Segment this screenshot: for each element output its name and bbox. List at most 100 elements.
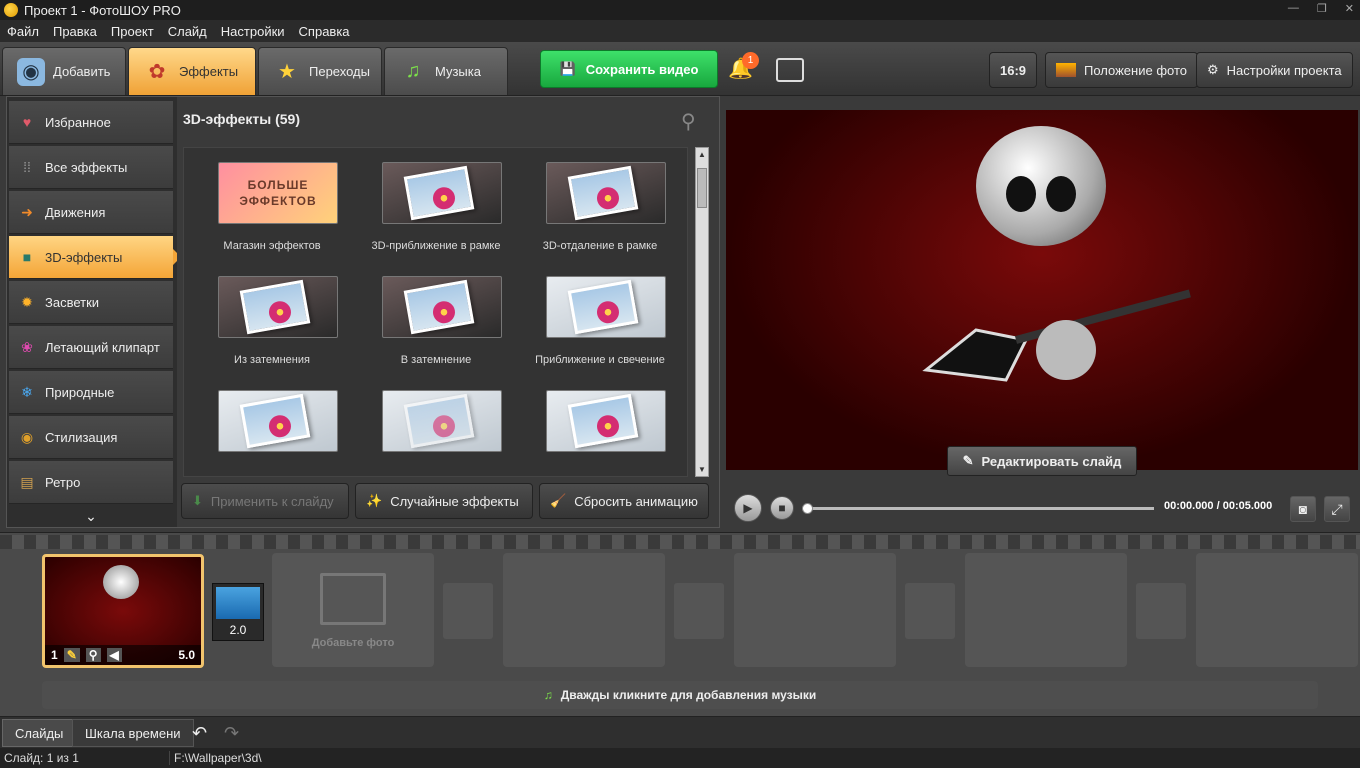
category-style[interactable]: ◉ Стилизация — [9, 416, 173, 459]
undo-icon[interactable]: ↶ — [192, 723, 207, 744]
menu-project[interactable]: Проект — [111, 24, 154, 39]
menu-edit[interactable]: Правка — [53, 24, 97, 39]
menu-slide[interactable]: Слайд — [168, 24, 207, 39]
menu-file[interactable]: Файл — [7, 24, 39, 39]
category-list: ♥ Избранное ⁞⁞ Все эффекты ➜ Движения ■ 3D-э… — [9, 101, 181, 526]
empty-slide-slot — [503, 553, 665, 667]
slide-thumbnail[interactable]: 1 ✎ ⚲ ◀ 5.0 — [42, 554, 204, 668]
slide-preview[interactable] — [726, 110, 1358, 470]
chevron-down-icon[interactable]: ⌄ — [9, 506, 173, 526]
effect-item[interactable] — [518, 390, 682, 476]
effect-item[interactable] — [190, 390, 354, 476]
add-photo-slot[interactable]: Добавьте фото — [272, 553, 434, 667]
slide-preview-image — [103, 565, 139, 599]
scroll-up-icon[interactable]: ▲ — [698, 150, 706, 159]
tab-add[interactable]: ◉ Добавить — [2, 47, 126, 95]
progress-knob[interactable] — [802, 503, 813, 514]
search-icon[interactable]: ⚲ — [681, 109, 703, 133]
effect-thumb — [382, 162, 502, 224]
category-3d[interactable]: ■ 3D-эффекты — [9, 236, 181, 279]
magic-wand-icon: ✨ — [366, 493, 383, 508]
minimize-icon[interactable]: — — [1288, 2, 1299, 15]
category-all[interactable]: ⁞⁞ Все эффекты — [9, 146, 173, 189]
progress-track[interactable] — [802, 503, 1154, 514]
project-settings-button[interactable]: ⚙ Настройки проекта — [1196, 52, 1353, 88]
redo-icon[interactable]: ↷ — [224, 723, 239, 744]
close-icon[interactable]: ✕ — [1345, 2, 1354, 15]
stop-button[interactable]: ■ — [770, 496, 794, 520]
tab-timeline[interactable]: Шкала времени — [72, 719, 194, 747]
effect-item[interactable]: Из затемнения — [190, 276, 354, 390]
reset-animation-button[interactable]: 🧹 Сбросить анимацию — [539, 483, 709, 519]
category-label: 3D-эффекты — [45, 249, 123, 265]
effect-label: 3D-приближение в рамке — [371, 240, 501, 252]
tab-transitions[interactable]: ★ Переходы — [258, 47, 382, 95]
zoom-icon[interactable]: ⚲ — [85, 648, 101, 662]
tab-add-label: Добавить — [53, 64, 111, 79]
scroll-thumb[interactable] — [697, 168, 707, 208]
transition-thumbnail[interactable]: 2.0 — [212, 583, 264, 641]
sun-icon: ✹ — [21, 293, 33, 310]
tab-effects-label: Эффекты — [179, 64, 239, 79]
tab-effects[interactable]: ✿ Эффекты — [128, 47, 256, 95]
effect-item[interactable]: В затемнение — [354, 276, 518, 390]
apply-to-slide-button[interactable]: ⬇ Применить к слайду — [181, 483, 349, 519]
category-clipart[interactable]: ❀ Летающий клипарт — [9, 326, 173, 369]
image-icon[interactable] — [776, 58, 804, 82]
aspect-ratio-label: 16:9 — [1000, 62, 1027, 78]
effect-thumb — [218, 390, 338, 452]
pencil-icon[interactable]: ✎ — [63, 648, 80, 662]
photo-position-button[interactable]: Положение фото — [1045, 52, 1198, 88]
category-motion[interactable]: ➜ Движения — [9, 191, 173, 234]
project-path: F:\Wallpaper\3d\ — [174, 751, 262, 765]
effect-item[interactable]: 3D-приближение в рамке — [354, 162, 518, 276]
tab-slides[interactable]: Слайды — [2, 719, 77, 747]
empty-transition-slot — [905, 583, 955, 639]
title-bar: Проект 1 - ФотоШОУ PRO — ❐ ✕ — [0, 0, 1360, 20]
timecode: 00:00.000 / 00:05.000 — [1164, 500, 1273, 512]
scroll-down-icon[interactable]: ▼ — [698, 465, 706, 474]
music-hint: Дважды кликните для добавления музыки — [560, 688, 817, 702]
category-label: Ретро — [45, 474, 81, 490]
music-note-icon: ♫ — [405, 60, 421, 82]
effect-label: В затемнение — [400, 354, 472, 366]
fullscreen-icon[interactable]: ⤢ — [1324, 496, 1350, 522]
effects-shop-thumb: БОЛЬШЕ ЭФФЕКТОВ — [218, 162, 338, 224]
effects-panel: ♥ Избранное ⁞⁞ Все эффекты ➜ Движения ■ 3D-э… — [6, 96, 720, 528]
category-label: Засветки — [45, 294, 100, 310]
category-favorites[interactable]: ♥ Избранное — [9, 101, 173, 144]
edit-slide-button[interactable]: ✎ Редактировать слайд — [947, 446, 1137, 476]
tab-music[interactable]: ♫ Музыка — [384, 47, 508, 95]
notification-badge: 1 — [742, 52, 759, 69]
tab-music-label: Музыка — [435, 64, 481, 79]
save-video-button[interactable]: 💾 Сохранить видео — [540, 50, 718, 88]
effect-item[interactable]: Приближение и свечение — [518, 276, 682, 390]
empty-transition-slot — [443, 583, 493, 639]
effect-label: Из затемнения — [234, 354, 310, 366]
sound-icon[interactable]: ◀ — [106, 648, 122, 662]
effect-item[interactable]: 3D-отдаление в рамке — [518, 162, 682, 276]
category-retro[interactable]: ▤ Ретро — [9, 461, 173, 504]
play-button[interactable]: ▶ — [734, 494, 762, 522]
transition-image — [216, 587, 260, 619]
balloons-icon: ❀ — [21, 338, 33, 355]
random-effects-button[interactable]: ✨ Случайные эффекты — [355, 483, 533, 519]
menu-help[interactable]: Справка — [299, 24, 350, 39]
effect-thumb — [382, 276, 502, 338]
effect-item[interactable] — [354, 390, 518, 476]
robot-head-image — [976, 126, 1106, 246]
music-track[interactable]: ♫ Дважды кликните для добавления музыки — [42, 681, 1318, 709]
effects-scrollbar[interactable]: ▲ ▼ — [695, 147, 709, 477]
restore-icon[interactable]: ❐ — [1317, 2, 1327, 15]
menu-settings[interactable]: Настройки — [221, 24, 285, 39]
category-flares[interactable]: ✹ Засветки — [9, 281, 173, 324]
window-controls: — ❐ ✕ — [1288, 2, 1354, 15]
notifications-button[interactable]: 🔔 1 — [728, 52, 759, 84]
arrow-right-icon: ➜ — [21, 203, 33, 220]
category-nature[interactable]: ❄ Природные — [9, 371, 173, 414]
snapshot-camera-icon[interactable]: ◙ — [1290, 496, 1316, 522]
aspect-ratio-button[interactable]: 16:9 — [989, 52, 1038, 88]
save-video-label: Сохранить видео — [585, 61, 699, 77]
slide-index: 1 — [51, 648, 58, 662]
effect-item[interactable]: БОЛЬШЕ ЭФФЕКТОВ Магазин эффектов — [190, 162, 354, 276]
